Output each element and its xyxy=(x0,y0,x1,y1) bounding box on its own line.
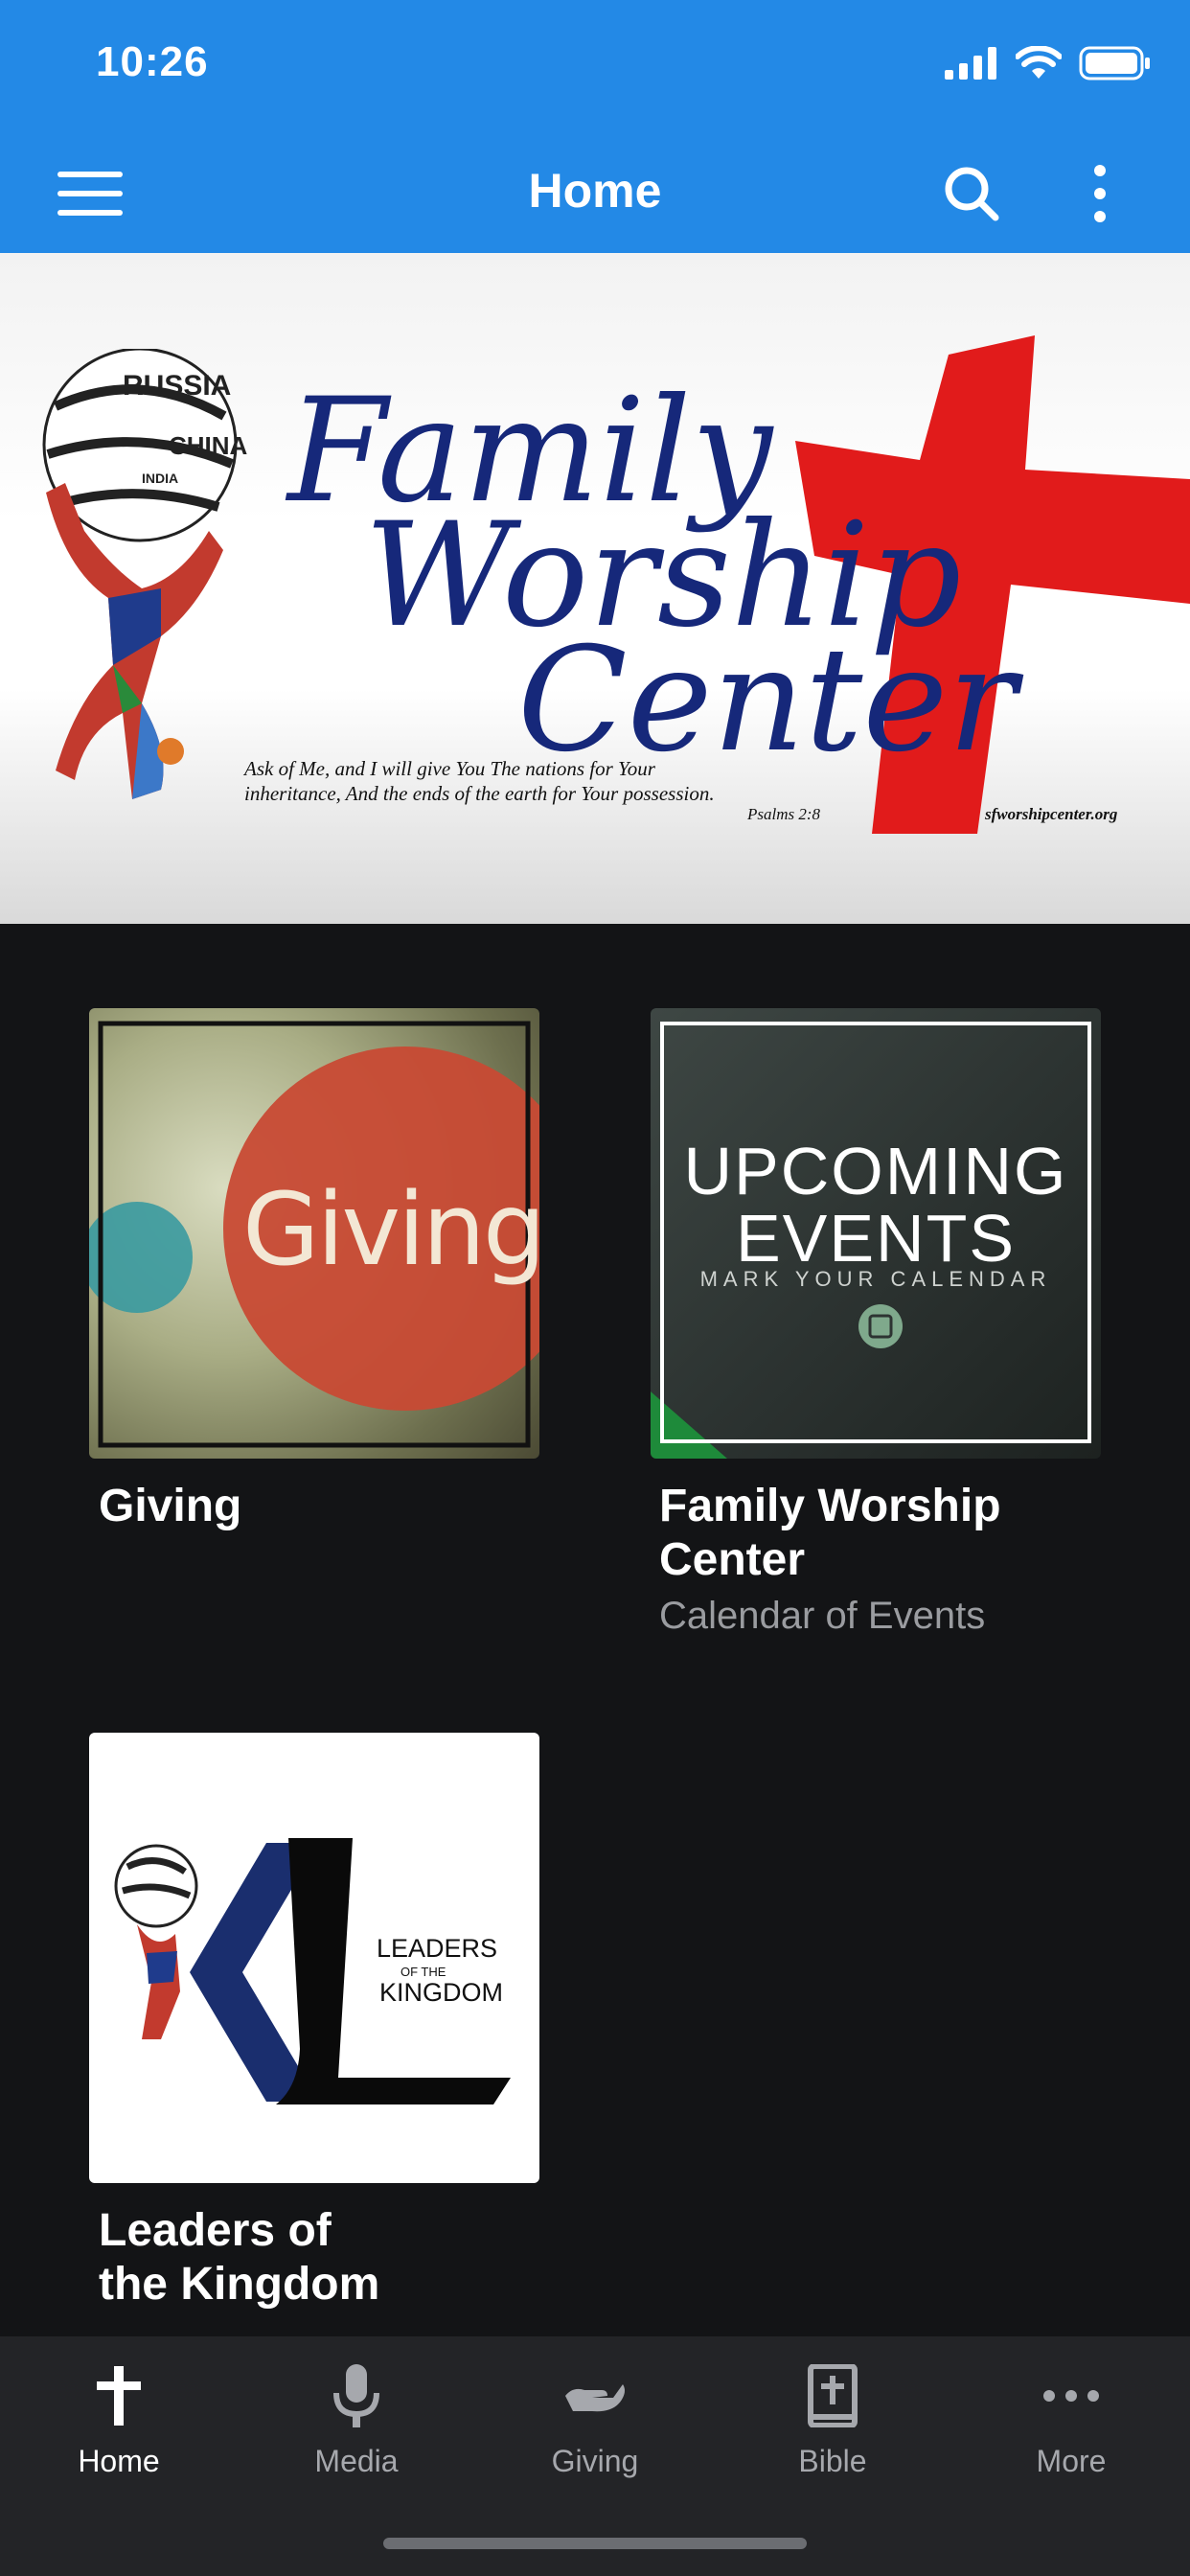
tab-home[interactable]: Home xyxy=(0,2356,238,2490)
leaders-tile-line1: LEADERS xyxy=(377,1934,498,1963)
banner-website: sfworshipcenter.org xyxy=(985,805,1118,823)
globe-word-russia: RUSSIA xyxy=(123,370,231,402)
leaders-tile-line3: KINGDOM xyxy=(379,1978,504,2007)
giving-hand-icon xyxy=(565,2384,625,2412)
tab-media-label: Media xyxy=(314,2444,399,2478)
cross-icon xyxy=(97,2366,141,2426)
signal-icon xyxy=(945,47,996,80)
giving-tile-label: Giving xyxy=(242,1171,539,1288)
microphone-icon xyxy=(333,2364,379,2427)
leaders-tile-title-line1[interactable]: Leaders of xyxy=(99,2204,332,2258)
events-tile[interactable]: UPCOMING EVENTS MARK YOUR CALENDAR xyxy=(651,1008,1101,1459)
giving-tile[interactable]: Giving xyxy=(89,1008,539,1459)
nav-bar: Home xyxy=(0,134,1190,253)
banner-reference: Psalms 2:8 xyxy=(747,805,821,823)
status-time: 10:26 xyxy=(96,38,209,85)
more-vertical-icon xyxy=(1094,165,1106,222)
tab-giving-label: Giving xyxy=(551,2444,639,2478)
leaders-tile-title-line2[interactable]: the Kingdom xyxy=(99,2258,379,2312)
overflow-menu-button[interactable] xyxy=(1060,153,1140,234)
tab-more[interactable]: More xyxy=(952,2356,1190,2490)
tab-home-label: Home xyxy=(78,2444,160,2478)
events-tile-title-line2[interactable]: Center xyxy=(659,1533,805,1587)
tab-giving[interactable]: Giving xyxy=(476,2356,714,2490)
banner-verse-line1: Ask of Me, and I will give You The natio… xyxy=(244,757,655,780)
tab-bible-label: Bible xyxy=(798,2444,867,2478)
status-bar: 10:26 xyxy=(0,0,1190,134)
hero-banner[interactable]: RUSSIA CHINA INDIA Family Worship Center… xyxy=(0,253,1190,924)
globe-figure-image: RUSSIA CHINA INDIA xyxy=(42,349,248,799)
globe-word-india: INDIA xyxy=(142,471,178,486)
more-dots-icon xyxy=(1043,2390,1099,2402)
search-icon xyxy=(945,167,999,221)
wifi-icon xyxy=(1016,46,1062,79)
banner-verse-line2: inheritance, And the ends of the earth f… xyxy=(244,782,715,805)
giving-tile-title[interactable]: Giving xyxy=(99,1480,241,1533)
events-tile-line2: EVENTS xyxy=(735,1201,1017,1276)
tab-media[interactable]: Media xyxy=(238,2356,475,2490)
globe-word-china: CHINA xyxy=(169,431,248,460)
home-indicator[interactable] xyxy=(383,2538,807,2549)
leaders-tile-line2: OF THE xyxy=(400,1965,446,1979)
events-tile-title-line1[interactable]: Family Worship xyxy=(659,1480,1001,1533)
tab-more-label: More xyxy=(1036,2444,1107,2478)
battery-icon xyxy=(1079,46,1150,80)
events-tile-subtitle: Calendar of Events xyxy=(659,1595,986,1637)
leaders-tile[interactable]: LEADERS OF THE KINGDOM xyxy=(89,1733,539,2183)
events-tile-line1: UPCOMING xyxy=(683,1134,1068,1208)
tab-bible[interactable]: Bible xyxy=(714,2356,951,2490)
events-tile-line3: MARK YOUR CALENDAR xyxy=(699,1267,1052,1291)
search-button[interactable] xyxy=(931,153,1012,234)
bible-icon xyxy=(808,2364,858,2427)
status-icons xyxy=(945,46,1152,80)
